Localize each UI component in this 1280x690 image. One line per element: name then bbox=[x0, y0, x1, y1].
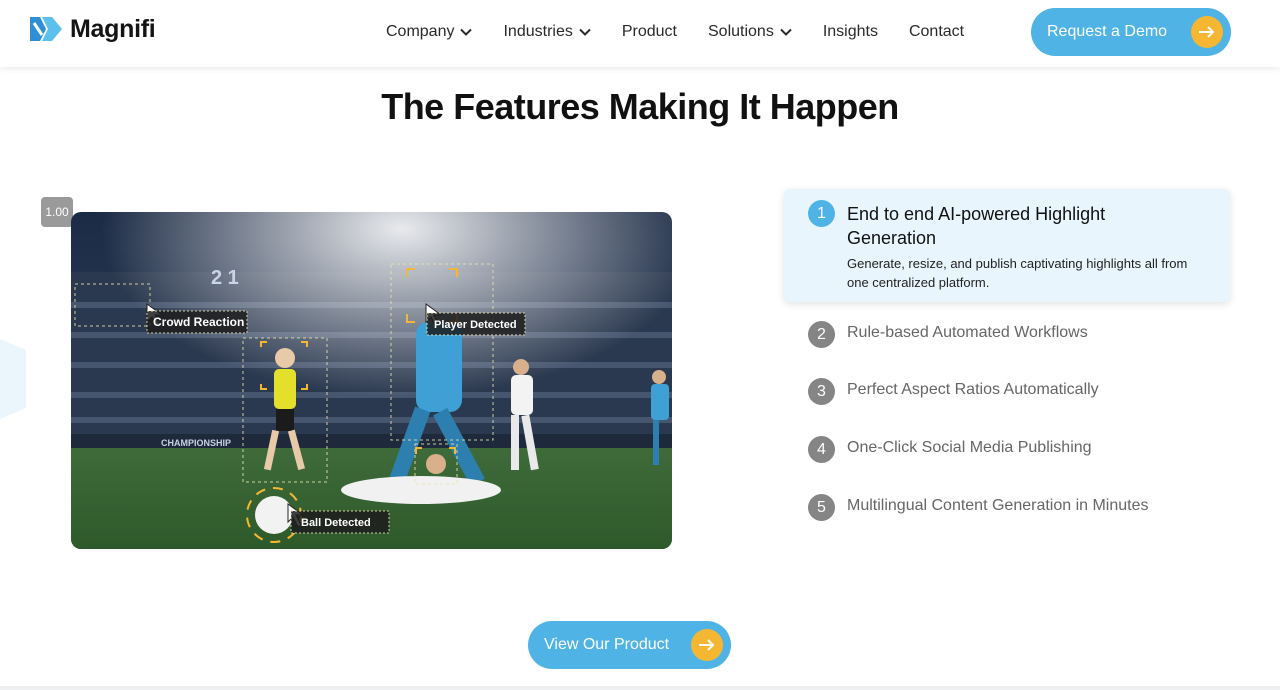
request-demo-label: Request a Demo bbox=[1047, 23, 1168, 40]
nav-item-company[interactable]: Company bbox=[386, 23, 473, 41]
nav-item-contact[interactable]: Contact bbox=[909, 23, 964, 41]
nav-item-insights[interactable]: Insights bbox=[823, 23, 878, 41]
playback-speed-badge[interactable]: 1.00 bbox=[41, 197, 73, 227]
nav-item-label: Company bbox=[386, 23, 455, 40]
nav-item-label: Product bbox=[621, 23, 677, 40]
player-detected-label: Player Detected bbox=[434, 319, 517, 331]
nav-item-label: Insights bbox=[822, 23, 878, 40]
feature-number-badge: 1 bbox=[808, 200, 835, 227]
feature-number-badge: 4 bbox=[808, 436, 835, 463]
magnifi-logo-icon bbox=[30, 17, 62, 41]
request-demo-button[interactable]: Request a Demo bbox=[1031, 8, 1231, 56]
nav-item-label: Contact bbox=[908, 23, 965, 40]
section-divider bbox=[0, 686, 1280, 690]
feature-item-multilingual[interactable]: Multilingual Content Generation in Minut… bbox=[847, 497, 1149, 515]
feature-number-badge: 5 bbox=[808, 494, 835, 521]
arrow-right-icon bbox=[1191, 16, 1223, 48]
crowd-reaction-label: Crowd Reaction bbox=[153, 315, 244, 329]
main-nav: Company Industries Product Solutions Ins… bbox=[386, 20, 995, 44]
decorative-hexagon bbox=[0, 338, 26, 420]
brand-name: Magnifi bbox=[70, 14, 156, 43]
nav-item-solutions[interactable]: Solutions bbox=[708, 23, 792, 41]
site-header: Magnifi Company Industries Product Solut… bbox=[0, 0, 1280, 67]
feature-description: Generate, resize, and publish captivatin… bbox=[847, 256, 1188, 290]
feature-number-badge: 2 bbox=[808, 321, 835, 348]
feature-item-social-publishing[interactable]: One-Click Social Media Publishing bbox=[847, 439, 1092, 457]
chevron-down-icon bbox=[780, 28, 792, 36]
feature-number-badge: 3 bbox=[808, 378, 835, 405]
feature-item-aspect-ratios[interactable]: Perfect Aspect Ratios Automatically bbox=[847, 381, 1099, 399]
feature-item-workflows[interactable]: Rule-based Automated Workflows bbox=[847, 324, 1088, 342]
chevron-down-icon bbox=[579, 28, 591, 36]
ball-detected-label: Ball Detected bbox=[301, 517, 371, 529]
feature-video[interactable]: 2 1 CHAMPIONSHIP Crowd Reaction Player D… bbox=[71, 212, 672, 549]
chevron-down-icon bbox=[460, 28, 473, 36]
view-product-label: View Our Product bbox=[544, 636, 670, 653]
section-title: The Features Making It Happen bbox=[381, 86, 899, 127]
nav-item-label: Solutions bbox=[708, 23, 774, 40]
championship-banner-text: CHAMPIONSHIP bbox=[161, 438, 231, 448]
brand-logo[interactable]: Magnifi bbox=[28, 12, 156, 46]
nav-item-industries[interactable]: Industries bbox=[503, 23, 591, 41]
arrow-right-icon bbox=[691, 629, 723, 661]
feature-title: End to end AI-powered Highlight Generati… bbox=[847, 204, 1106, 248]
scoreboard-text: 2 1 bbox=[211, 267, 239, 289]
view-product-button[interactable]: View Our Product bbox=[528, 621, 731, 669]
nav-item-label: Industries bbox=[503, 23, 573, 40]
ball-figure bbox=[255, 496, 293, 534]
nav-item-product[interactable]: Product bbox=[622, 23, 677, 41]
